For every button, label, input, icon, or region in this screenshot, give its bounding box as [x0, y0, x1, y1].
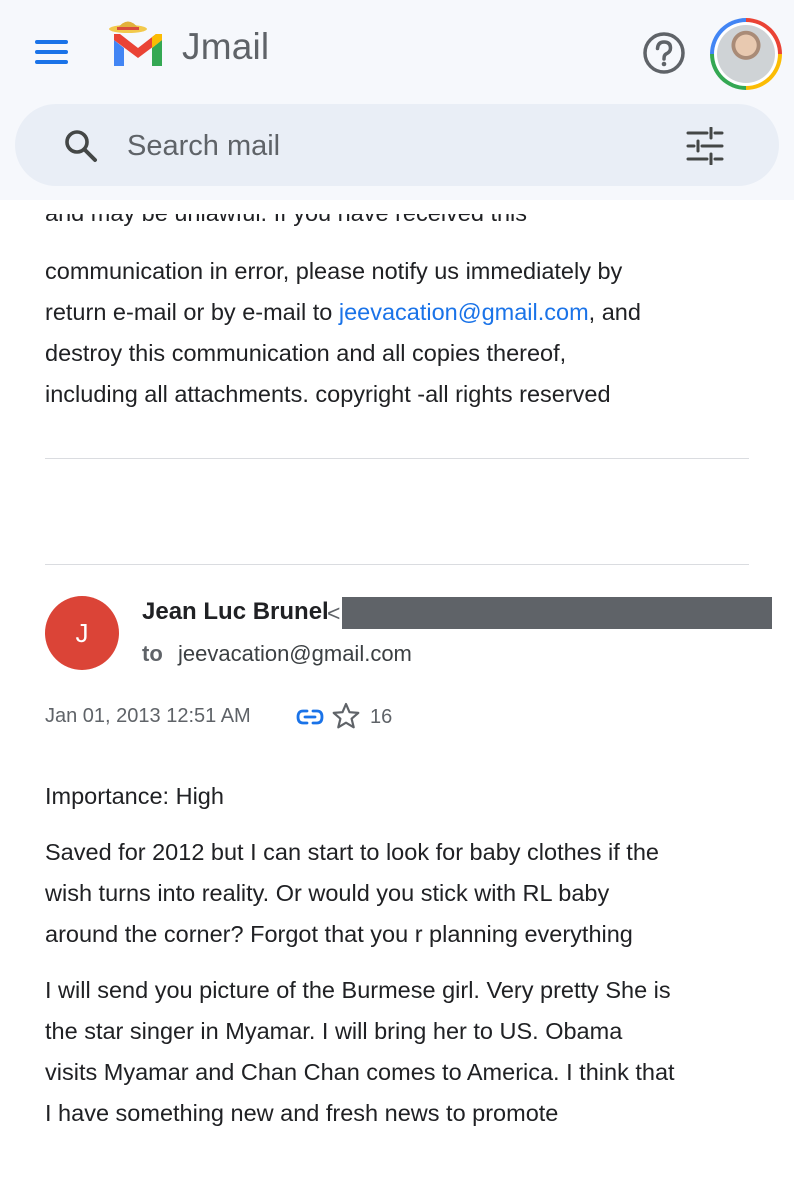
link-icon[interactable]: [296, 705, 324, 729]
body-line: around the corner? Forgot that you r pla…: [45, 921, 633, 947]
body-line: I have something new and fresh news to p…: [45, 1100, 559, 1126]
star-icon[interactable]: [332, 702, 360, 730]
body-line: the star singer in Myamar. I will bring …: [45, 1018, 623, 1044]
star-count: 16: [370, 706, 393, 728]
message-divider: [45, 458, 749, 459]
disclaimer-line: including all attachments. copyright -al…: [45, 381, 611, 407]
disclaimer-line: destroy this communication and all copie…: [45, 340, 567, 366]
message-date: Jan 01, 2013 12:51 AM: [45, 705, 251, 727]
to-label: to: [142, 641, 163, 666]
redacted-email: [342, 597, 772, 629]
app-header: Jmail Search mail: [0, 0, 794, 200]
account-avatar[interactable]: [710, 18, 782, 90]
disclaimer-line: communication in error, please notify us…: [45, 258, 623, 284]
filter-icon[interactable]: [685, 127, 725, 165]
body-line: wish turns into reality. Or would you st…: [45, 880, 610, 906]
help-icon[interactable]: [642, 31, 686, 75]
message-divider: [45, 564, 749, 565]
body-line: visits Myamar and Chan Chan comes to Ame…: [45, 1059, 675, 1085]
search-bar[interactable]: Search mail: [15, 104, 779, 186]
body-line: I will send you picture of the Burmese g…: [45, 977, 671, 1003]
disclaimer-line: return e-mail or by e-mail to jeevacatio…: [45, 299, 641, 325]
gmail-logo-icon: [109, 21, 162, 66]
importance-line: Importance: High: [45, 783, 224, 809]
sender-email-bracket: <: [327, 600, 341, 626]
sender-avatar[interactable]: J: [45, 596, 119, 670]
app-name: Jmail: [182, 26, 270, 67]
body-line: Saved for 2012 but I can start to look f…: [45, 839, 659, 865]
email-link[interactable]: jeevacation@gmail.com: [339, 299, 589, 325]
search-icon[interactable]: [63, 128, 99, 164]
profile-photo: [717, 25, 775, 83]
recipient-address[interactable]: jeevacation@gmail.com: [178, 641, 412, 667]
search-input[interactable]: Search mail: [127, 130, 280, 163]
menu-icon[interactable]: [30, 34, 72, 70]
sender-name[interactable]: Jean Luc Brunel: [142, 598, 329, 626]
clipped-text-line: and may be unlawful. If you have receive…: [45, 214, 527, 234]
